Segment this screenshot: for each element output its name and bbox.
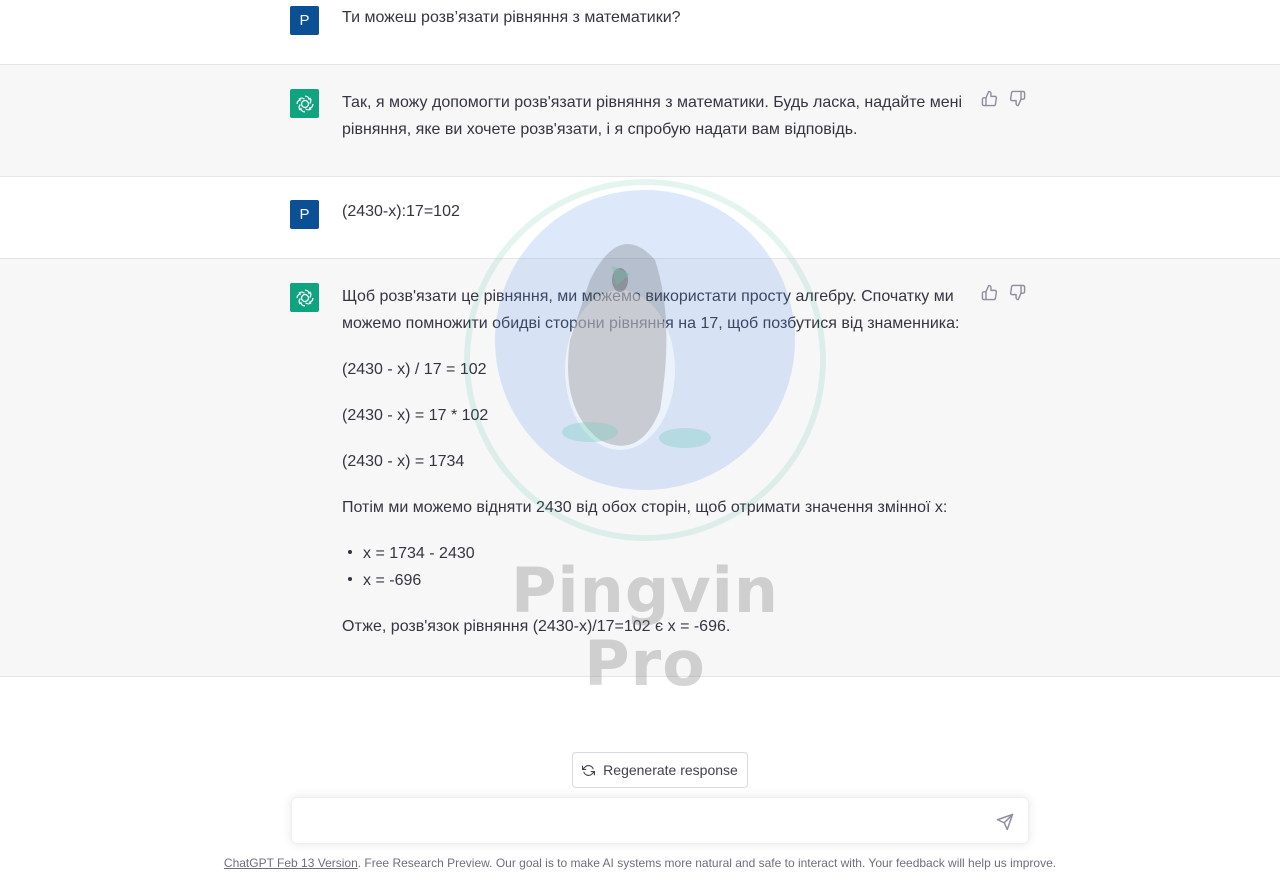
thumbs-down-icon[interactable] [1009, 284, 1026, 301]
thumbs-up-icon[interactable] [981, 284, 998, 301]
footer-text: . Free Research Preview. Our goal is to … [357, 856, 1057, 870]
answer-conclusion: Отже, розв'язок рівняння (2430-x)/17=102… [342, 618, 731, 635]
user-avatar: P [290, 200, 319, 229]
answer-intro: Щоб розв'язати це рівняння, ми можемо ви… [342, 288, 960, 332]
assistant-avatar [290, 283, 319, 312]
thumbs-down-icon[interactable] [1009, 90, 1026, 107]
list-item: x = -696 [342, 567, 967, 594]
send-icon[interactable] [996, 813, 1014, 831]
regenerate-label: Regenerate response [603, 762, 738, 778]
assistant-message-text: Так, я можу допомогти розв'язати рівнянн… [342, 94, 963, 138]
feedback-buttons [981, 284, 1026, 301]
user-message-text: Ти можеш розв’язати рівняння з математик… [342, 9, 681, 26]
answer-then: Потім ми можемо відняти 2430 від обох ст… [342, 499, 948, 516]
user-message-row: P Ти можеш розв’язати рівняння з математ… [0, 0, 1280, 65]
openai-logo-icon [295, 288, 314, 307]
list-item: x = 1734 - 2430 [342, 540, 967, 567]
assistant-avatar [290, 89, 319, 118]
openai-logo-icon [295, 94, 314, 113]
user-avatar: P [290, 6, 319, 35]
user-message-row: P (2430-x):17=102 [0, 177, 1280, 259]
equation-step: (2430 - x) = 17 * 102 [342, 407, 489, 424]
feedback-buttons [981, 90, 1026, 107]
assistant-message-row: Щоб розв'язати це рівняння, ми можемо ви… [0, 259, 1280, 677]
solution-list: x = 1734 - 2430 x = -696 [342, 540, 967, 594]
message-input-box[interactable] [291, 797, 1029, 844]
equation-step: (2430 - x) = 1734 [342, 453, 465, 470]
thumbs-up-icon[interactable] [981, 90, 998, 107]
refresh-icon [582, 764, 596, 776]
regenerate-button[interactable]: Regenerate response [572, 752, 748, 788]
assistant-message-row: Так, я можу допомогти розв'язати рівнянн… [0, 65, 1280, 177]
equation-step: (2430 - x) / 17 = 102 [342, 361, 487, 378]
footer-disclaimer: ChatGPT Feb 13 Version. Free Research Pr… [0, 856, 1280, 870]
assistant-message-text: Щоб розв'язати це рівняння, ми можемо ви… [342, 283, 967, 640]
chat-page: P Ти можеш розв’язати рівняння з математ… [0, 0, 1280, 881]
user-message-text: (2430-x):17=102 [342, 203, 460, 220]
version-link[interactable]: ChatGPT Feb 13 Version [224, 856, 358, 870]
